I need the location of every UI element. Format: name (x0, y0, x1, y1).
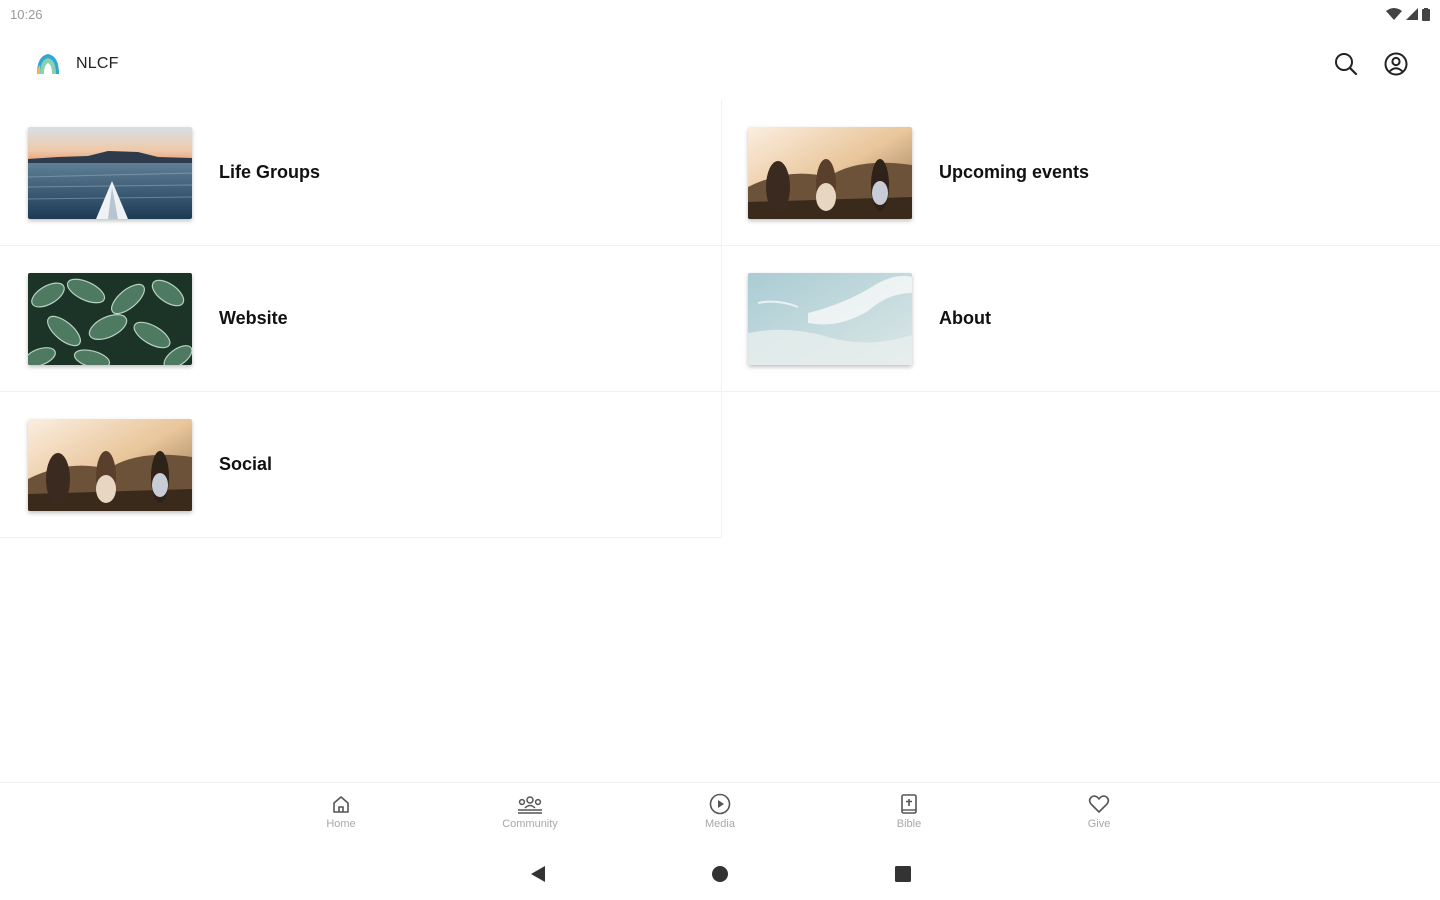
nav-label: Home (326, 818, 356, 830)
life-groups-thumbnail (28, 126, 192, 219)
wifi-icon (1386, 8, 1402, 20)
nav-bible[interactable]: Bible (854, 793, 964, 830)
nav-label: Media (705, 818, 735, 830)
app-bar: NLCF (0, 36, 1440, 92)
nav-give[interactable]: Give (1044, 793, 1154, 830)
ocean-waves-image (748, 272, 912, 365)
status-time: 10:26 (10, 6, 43, 22)
upcoming-events-thumbnail (748, 126, 912, 219)
lake-kayak-image (28, 126, 192, 219)
status-icons (1386, 7, 1430, 21)
nav-home[interactable]: Home (286, 793, 396, 830)
account-circle-icon (1384, 52, 1408, 76)
app-actions (1332, 50, 1410, 78)
app-title: NLCF (76, 55, 119, 72)
card-social[interactable]: Social (0, 392, 722, 538)
recents-button[interactable] (891, 862, 915, 886)
social-thumbnail (28, 418, 192, 511)
card-life-groups[interactable]: Life Groups (0, 100, 722, 246)
account-button[interactable] (1382, 50, 1410, 78)
signal-icon (1406, 8, 1418, 20)
system-nav-bar (0, 850, 1440, 900)
search-icon (1335, 53, 1358, 76)
card-title: About (939, 308, 991, 328)
card-about[interactable]: About (722, 246, 1440, 392)
bottom-nav: Home Community Media Bible Give (0, 782, 1440, 844)
back-button[interactable] (526, 862, 550, 886)
card-title: Life Groups (219, 162, 321, 182)
friends-sunset-image (28, 418, 192, 511)
church-logo-icon (37, 54, 59, 74)
bible-icon (901, 794, 917, 814)
nav-label: Give (1087, 818, 1111, 830)
card-title: Upcoming events (939, 162, 1090, 182)
content-grid: Life Groups Upcoming events Website Abou… (0, 100, 1440, 538)
heart-icon (1088, 795, 1110, 813)
status-bar: 10:26 (0, 0, 1440, 28)
home-system-button[interactable] (708, 862, 732, 886)
home-circle-icon (712, 866, 728, 882)
card-upcoming-events[interactable]: Upcoming events (722, 100, 1440, 246)
card-title: Social (219, 454, 273, 474)
green-leaves-image (28, 272, 192, 365)
nav-community[interactable]: Community (475, 793, 585, 830)
play-circle-icon (709, 793, 731, 815)
website-thumbnail (28, 272, 192, 365)
brand: NLCF (34, 50, 119, 78)
nav-label: Bible (896, 818, 922, 830)
card-title: Website (219, 308, 288, 328)
search-button[interactable] (1332, 50, 1360, 78)
recents-square-icon (895, 866, 911, 882)
about-thumbnail (748, 272, 912, 365)
back-triangle-icon (531, 866, 545, 882)
battery-icon (1422, 7, 1430, 21)
nav-label: Community (502, 818, 558, 830)
card-website[interactable]: Website (0, 246, 722, 392)
nav-media[interactable]: Media (665, 793, 775, 830)
friends-sunset-image (748, 126, 912, 219)
home-icon (333, 796, 349, 813)
community-icon (518, 796, 542, 814)
